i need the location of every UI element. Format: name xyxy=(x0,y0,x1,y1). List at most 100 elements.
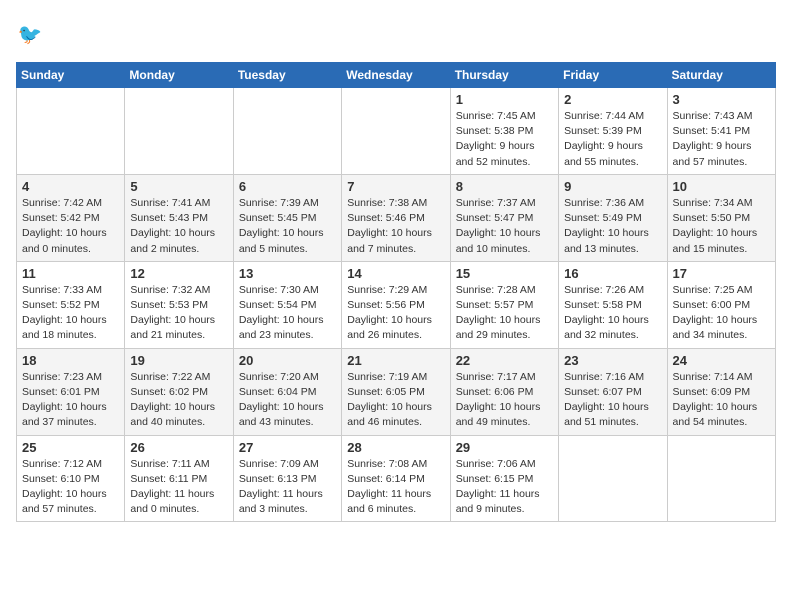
calendar-cell: 23Sunrise: 7:16 AM Sunset: 6:07 PM Dayli… xyxy=(559,348,667,435)
day-info: Sunrise: 7:32 AM Sunset: 5:53 PM Dayligh… xyxy=(130,283,227,344)
day-info: Sunrise: 7:19 AM Sunset: 6:05 PM Dayligh… xyxy=(347,370,444,431)
day-number: 7 xyxy=(347,179,444,194)
day-number: 13 xyxy=(239,266,336,281)
calendar-week-row: 4 Sunrise: 7:42 AM Sunset: 5:42 PM Daylig… xyxy=(17,174,776,261)
day-info: Sunrise: 7:39 AM Sunset: 5:45 PM Dayligh… xyxy=(239,196,336,257)
day-info: Sunrise: 7:20 AM Sunset: 6:04 PM Dayligh… xyxy=(239,370,336,431)
day-info: Sunrise: 7:38 AM Sunset: 5:46 PM Dayligh… xyxy=(347,196,444,257)
day-number: 24 xyxy=(673,353,770,368)
day-number: 18 xyxy=(22,353,119,368)
calendar-cell: 29 Sunrise: 7:06 AM Sunset: 6:15 PM Dayli… xyxy=(450,435,558,522)
day-info: Sunrise: 7:42 AM Sunset: 5:42 PM Dayligh… xyxy=(22,196,119,257)
calendar-cell xyxy=(342,88,450,175)
day-info: Sunrise: 7:16 AM Sunset: 6:07 PM Dayligh… xyxy=(564,370,661,431)
calendar-cell: 25 Sunrise: 7:12 AM Sunset: 6:10 PM Dayli… xyxy=(17,435,125,522)
calendar-cell: 24 Sunrise: 7:14 AM Sunset: 6:09 PM Dayli… xyxy=(667,348,775,435)
day-number: 11 xyxy=(22,266,119,281)
calendar-cell: 7 Sunrise: 7:38 AM Sunset: 5:46 PM Daylig… xyxy=(342,174,450,261)
day-number: 5 xyxy=(130,179,227,194)
calendar-cell: 26 Sunrise: 7:11 AM Sunset: 6:11 PM Dayli… xyxy=(125,435,233,522)
calendar-week-row: 18Sunrise: 7:23 AM Sunset: 6:01 PM Dayli… xyxy=(17,348,776,435)
day-number: 9 xyxy=(564,179,661,194)
day-of-week-header: Tuesday xyxy=(233,63,341,88)
calendar-cell: 1 Sunrise: 7:45 AM Sunset: 5:38 PM Daylig… xyxy=(450,88,558,175)
calendar-cell: 6Sunrise: 7:39 AM Sunset: 5:45 PM Daylig… xyxy=(233,174,341,261)
day-info: Sunrise: 7:28 AM Sunset: 5:57 PM Dayligh… xyxy=(456,283,553,344)
day-of-week-header: Monday xyxy=(125,63,233,88)
calendar-cell xyxy=(559,435,667,522)
day-info: Sunrise: 7:17 AM Sunset: 6:06 PM Dayligh… xyxy=(456,370,553,431)
day-number: 29 xyxy=(456,440,553,455)
day-of-week-header: Sunday xyxy=(17,63,125,88)
day-number: 17 xyxy=(673,266,770,281)
day-info: Sunrise: 7:25 AM Sunset: 6:00 PM Dayligh… xyxy=(673,283,770,344)
calendar-cell: 15 Sunrise: 7:28 AM Sunset: 5:57 PM Dayli… xyxy=(450,261,558,348)
calendar-header-row: SundayMondayTuesdayWednesdayThursdayFrid… xyxy=(17,63,776,88)
calendar-cell: 3 Sunrise: 7:43 AM Sunset: 5:41 PM Daylig… xyxy=(667,88,775,175)
calendar-week-row: 1 Sunrise: 7:45 AM Sunset: 5:38 PM Daylig… xyxy=(17,88,776,175)
day-info: Sunrise: 7:34 AM Sunset: 5:50 PM Dayligh… xyxy=(673,196,770,257)
day-number: 10 xyxy=(673,179,770,194)
day-of-week-header: Wednesday xyxy=(342,63,450,88)
calendar-cell xyxy=(17,88,125,175)
calendar-cell: 9 Sunrise: 7:36 AM Sunset: 5:49 PM Daylig… xyxy=(559,174,667,261)
day-number: 14 xyxy=(347,266,444,281)
day-number: 3 xyxy=(673,92,770,107)
day-info: Sunrise: 7:43 AM Sunset: 5:41 PM Dayligh… xyxy=(673,109,770,170)
calendar-cell: 11 Sunrise: 7:33 AM Sunset: 5:52 PM Dayli… xyxy=(17,261,125,348)
calendar-cell: 14Sunrise: 7:29 AM Sunset: 5:56 PM Dayli… xyxy=(342,261,450,348)
day-of-week-header: Saturday xyxy=(667,63,775,88)
day-info: Sunrise: 7:22 AM Sunset: 6:02 PM Dayligh… xyxy=(130,370,227,431)
day-of-week-header: Friday xyxy=(559,63,667,88)
day-info: Sunrise: 7:11 AM Sunset: 6:11 PM Dayligh… xyxy=(130,457,227,518)
svg-text:🐦: 🐦 xyxy=(18,24,43,46)
day-number: 28 xyxy=(347,440,444,455)
calendar-week-row: 25 Sunrise: 7:12 AM Sunset: 6:10 PM Dayli… xyxy=(17,435,776,522)
calendar-cell xyxy=(233,88,341,175)
day-number: 8 xyxy=(456,179,553,194)
calendar-week-row: 11 Sunrise: 7:33 AM Sunset: 5:52 PM Dayli… xyxy=(17,261,776,348)
day-number: 12 xyxy=(130,266,227,281)
calendar-cell: 18Sunrise: 7:23 AM Sunset: 6:01 PM Dayli… xyxy=(17,348,125,435)
calendar-cell: 22Sunrise: 7:17 AM Sunset: 6:06 PM Dayli… xyxy=(450,348,558,435)
day-info: Sunrise: 7:12 AM Sunset: 6:10 PM Dayligh… xyxy=(22,457,119,518)
calendar-cell xyxy=(125,88,233,175)
day-info: Sunrise: 7:08 AM Sunset: 6:14 PM Dayligh… xyxy=(347,457,444,518)
day-of-week-header: Thursday xyxy=(450,63,558,88)
calendar-cell: 13 Sunrise: 7:30 AM Sunset: 5:54 PM Dayli… xyxy=(233,261,341,348)
day-number: 4 xyxy=(22,179,119,194)
calendar-cell: 28 Sunrise: 7:08 AM Sunset: 6:14 PM Dayli… xyxy=(342,435,450,522)
day-number: 16 xyxy=(564,266,661,281)
calendar-cell: 2 Sunrise: 7:44 AM Sunset: 5:39 PM Daylig… xyxy=(559,88,667,175)
day-number: 27 xyxy=(239,440,336,455)
calendar-cell: 19 Sunrise: 7:22 AM Sunset: 6:02 PM Dayli… xyxy=(125,348,233,435)
day-info: Sunrise: 7:06 AM Sunset: 6:15 PM Dayligh… xyxy=(456,457,553,518)
calendar-cell xyxy=(667,435,775,522)
day-number: 21 xyxy=(347,353,444,368)
logo-icon: 🐦 xyxy=(16,16,52,52)
day-info: Sunrise: 7:44 AM Sunset: 5:39 PM Dayligh… xyxy=(564,109,661,170)
day-info: Sunrise: 7:26 AM Sunset: 5:58 PM Dayligh… xyxy=(564,283,661,344)
day-info: Sunrise: 7:14 AM Sunset: 6:09 PM Dayligh… xyxy=(673,370,770,431)
day-info: Sunrise: 7:36 AM Sunset: 5:49 PM Dayligh… xyxy=(564,196,661,257)
calendar-cell: 20Sunrise: 7:20 AM Sunset: 6:04 PM Dayli… xyxy=(233,348,341,435)
day-number: 15 xyxy=(456,266,553,281)
day-number: 2 xyxy=(564,92,661,107)
day-info: Sunrise: 7:30 AM Sunset: 5:54 PM Dayligh… xyxy=(239,283,336,344)
day-info: Sunrise: 7:41 AM Sunset: 5:43 PM Dayligh… xyxy=(130,196,227,257)
calendar-cell: 27Sunrise: 7:09 AM Sunset: 6:13 PM Dayli… xyxy=(233,435,341,522)
day-info: Sunrise: 7:33 AM Sunset: 5:52 PM Dayligh… xyxy=(22,283,119,344)
calendar-cell: 21 Sunrise: 7:19 AM Sunset: 6:05 PM Dayli… xyxy=(342,348,450,435)
logo: 🐦 xyxy=(16,16,56,52)
calendar-cell: 10 Sunrise: 7:34 AM Sunset: 5:50 PM Dayli… xyxy=(667,174,775,261)
day-info: Sunrise: 7:45 AM Sunset: 5:38 PM Dayligh… xyxy=(456,109,553,170)
calendar-cell: 12 Sunrise: 7:32 AM Sunset: 5:53 PM Dayli… xyxy=(125,261,233,348)
calendar-cell: 4 Sunrise: 7:42 AM Sunset: 5:42 PM Daylig… xyxy=(17,174,125,261)
day-number: 26 xyxy=(130,440,227,455)
header: 🐦 xyxy=(16,16,776,52)
calendar-cell: 8Sunrise: 7:37 AM Sunset: 5:47 PM Daylig… xyxy=(450,174,558,261)
calendar-cell: 16 Sunrise: 7:26 AM Sunset: 5:58 PM Dayli… xyxy=(559,261,667,348)
day-number: 25 xyxy=(22,440,119,455)
day-number: 1 xyxy=(456,92,553,107)
day-number: 19 xyxy=(130,353,227,368)
